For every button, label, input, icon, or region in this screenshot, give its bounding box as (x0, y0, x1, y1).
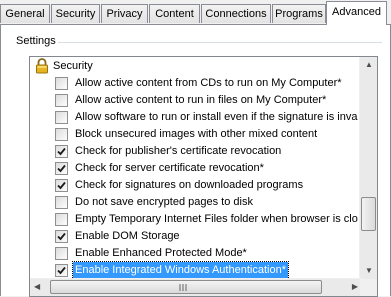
unchecked-checkbox[interactable] (55, 196, 68, 209)
category-label: Security (53, 60, 93, 72)
setting-row[interactable]: Allow active content from CDs to run on … (30, 75, 362, 92)
setting-label: Enable DOM Storage (75, 230, 180, 242)
setting-label: Allow active content from CDs to run on … (75, 77, 342, 89)
setting-label: Check for publisher's certificate revoca… (75, 145, 282, 157)
scroll-down-arrow-icon[interactable]: ▼ (365, 266, 373, 276)
scroll-left-arrow-icon[interactable]: ◀ (34, 282, 40, 292)
tab-security[interactable]: Security (51, 4, 100, 23)
category-security[interactable]: Security (30, 58, 362, 75)
checkmark-icon (57, 266, 66, 275)
scroll-right-arrow-icon[interactable]: ▶ (352, 282, 358, 292)
setting-row[interactable]: Enable DOM Storage (30, 228, 362, 245)
tab-content[interactable]: Content (149, 4, 200, 23)
unchecked-checkbox[interactable] (55, 94, 68, 107)
setting-label: Allow software to run or install even if… (75, 111, 358, 123)
checked-checkbox[interactable] (55, 230, 68, 243)
checked-checkbox[interactable] (55, 145, 68, 158)
scroll-up-arrow-icon[interactable]: ▲ (365, 60, 373, 70)
scrollbar-corner (360, 279, 377, 296)
setting-row[interactable]: Check for server certificate revocation* (30, 160, 362, 177)
setting-row[interactable]: Enable Enhanced Protected Mode* (30, 245, 362, 262)
tab-privacy[interactable]: Privacy (101, 4, 148, 23)
tab-general[interactable]: General (0, 4, 50, 23)
tab-strip: General Security Privacy Content Connect… (0, 0, 391, 25)
setting-label: Allow active content to run in files on … (75, 94, 327, 106)
vertical-scroll-thumb[interactable] (361, 197, 376, 231)
setting-row[interactable]: Block unsecured images with other mixed … (30, 126, 362, 143)
checked-checkbox[interactable] (55, 162, 68, 175)
tab-programs[interactable]: Programs (272, 4, 326, 23)
unchecked-checkbox[interactable] (55, 213, 68, 226)
setting-label: Enable Integrated Windows Authentication… (72, 261, 289, 279)
settings-tree[interactable]: Security Allow active content from CDs t… (29, 56, 378, 297)
checkmark-icon (57, 147, 66, 156)
setting-row[interactable]: Allow software to run or install even if… (30, 109, 362, 126)
vertical-scrollbar[interactable]: ▲ ▼ (359, 57, 377, 279)
checked-checkbox[interactable] (55, 179, 68, 192)
setting-label: Do not save encrypted pages to disk (75, 196, 253, 208)
unchecked-checkbox[interactable] (55, 247, 68, 260)
setting-label: Empty Temporary Internet Files folder wh… (75, 213, 358, 225)
setting-label: Check for server certificate revocation* (75, 162, 264, 174)
setting-row[interactable]: Check for publisher's certificate revoca… (30, 143, 362, 160)
advanced-tab-panel: Settings Security Allow active content f… (0, 24, 391, 297)
scroll-grip-icon (179, 284, 187, 291)
checkmark-icon (57, 181, 66, 190)
setting-label: Check for signatures on downloaded progr… (75, 179, 304, 191)
settings-group-label: Settings (16, 35, 56, 47)
setting-row[interactable]: Empty Temporary Internet Files folder wh… (30, 211, 362, 228)
checkmark-icon (57, 232, 66, 241)
setting-label: Block unsecured images with other mixed … (75, 128, 318, 140)
setting-row[interactable]: Enable Integrated Windows Authentication… (30, 261, 362, 279)
settings-tree-items: Security Allow active content from CDs t… (30, 57, 362, 279)
unchecked-checkbox[interactable] (55, 128, 68, 141)
checkmark-icon (57, 164, 66, 173)
setting-row[interactable]: Check for signatures on downloaded progr… (30, 177, 362, 194)
setting-row[interactable]: Do not save encrypted pages to disk (30, 194, 362, 211)
group-divider (58, 42, 382, 43)
setting-label: Enable Enhanced Protected Mode* (75, 247, 247, 259)
lock-icon (35, 58, 49, 74)
checked-checkbox[interactable] (55, 264, 68, 277)
tab-connections[interactable]: Connections (201, 4, 271, 23)
setting-row[interactable]: Allow active content to run in files on … (30, 92, 362, 109)
horizontal-scrollbar[interactable]: ◀ ▶ (30, 278, 362, 296)
tab-advanced[interactable]: Advanced (326, 1, 387, 25)
horizontal-scroll-thumb[interactable] (50, 280, 322, 294)
unchecked-checkbox[interactable] (55, 111, 68, 124)
unchecked-checkbox[interactable] (55, 77, 68, 90)
